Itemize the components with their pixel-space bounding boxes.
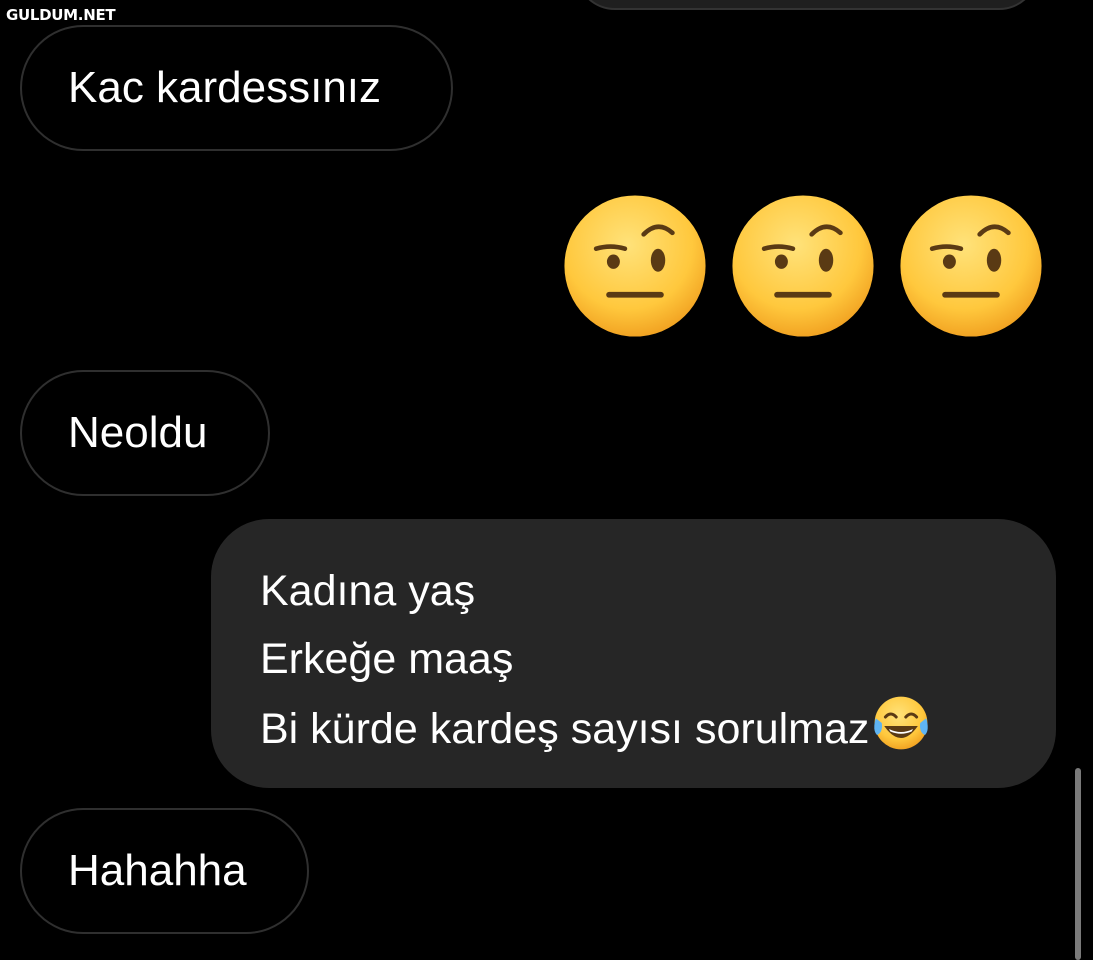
emoji-message[interactable] xyxy=(563,194,1043,338)
message-text: Kac kardessınız xyxy=(68,63,382,112)
received-message-bubble[interactable]: Neoldu xyxy=(20,370,270,496)
message-text: Neoldu xyxy=(68,408,208,457)
face-with-tears-of-joy-icon xyxy=(874,696,929,750)
message-text: Hahahha xyxy=(68,846,247,895)
message-line-text: Bi kürde kardeş sayısı sorulmaz xyxy=(260,705,870,753)
previous-message-bubble[interactable] xyxy=(575,0,1039,10)
face-with-raised-eyebrow-icon xyxy=(900,195,1042,337)
message-line: Kadına yaş xyxy=(260,567,476,615)
sent-message-bubble[interactable]: Kadına yaş Erkeğe maaş Bi kürde kardeş s… xyxy=(211,519,1056,788)
watermark: GULDUM.NET xyxy=(6,6,116,24)
face-with-raised-eyebrow-icon xyxy=(732,195,874,337)
received-message-bubble[interactable]: Hahahha xyxy=(20,808,309,934)
message-line: Erkeğe maaş xyxy=(260,635,514,683)
message-line: Bi kürde kardeş sayısı sorulmaz xyxy=(260,693,1006,763)
face-with-raised-eyebrow-icon xyxy=(564,195,706,337)
scrollbar[interactable] xyxy=(1075,768,1081,960)
received-message-bubble[interactable]: Kac kardessınız xyxy=(20,25,453,151)
